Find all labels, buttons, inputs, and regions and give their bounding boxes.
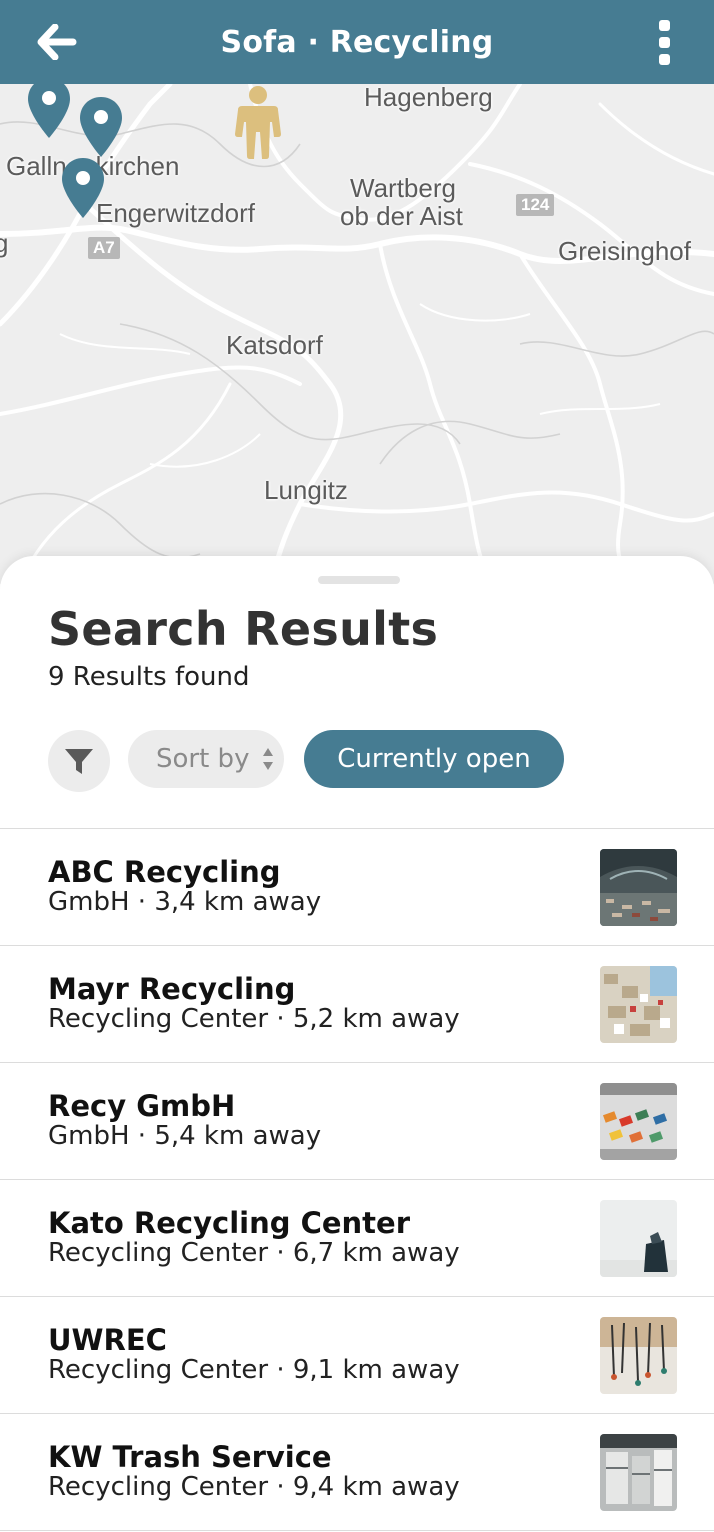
road-shield: 124: [516, 194, 555, 216]
result-row[interactable]: Mayr Recycling Recycling Center · 5,2 km…: [0, 946, 714, 1063]
person-icon: [235, 86, 281, 159]
more-vertical-icon-dot: [658, 53, 670, 65]
app-bar: Sofa · Recycling: [0, 0, 714, 84]
result-name: KW Trash Service: [48, 1440, 332, 1474]
result-name: UWREC: [48, 1323, 167, 1357]
result-thumbnail: [600, 966, 677, 1043]
filter-icon: [65, 749, 93, 774]
result-subtitle: Recycling Center · 9,4 km away: [48, 1472, 460, 1502]
place-label: Wartberg: [350, 173, 456, 203]
result-row[interactable]: KW Trash Service Recycling Center · 9,4 …: [0, 1414, 714, 1531]
sheet-drag-handle[interactable]: [318, 576, 400, 584]
sort-by-label: Sort by: [156, 744, 250, 774]
more-vertical-icon-dot: [658, 36, 670, 48]
results-sheet: Search Results 9 Results found Sort by C…: [0, 556, 714, 1532]
map-view[interactable]: Hagenberg Gallneukirchen Engerwitzdorf W…: [0, 84, 714, 584]
result-row[interactable]: Kato Recycling Center Recycling Center ·…: [0, 1180, 714, 1297]
result-count: 9 Results found: [48, 662, 250, 692]
results-list: ABC Recycling GmbH · 3,4 km away Mayr Re…: [0, 828, 714, 1531]
location-pin-icon[interactable]: [26, 84, 72, 140]
location-pin-icon[interactable]: [78, 95, 124, 159]
place-label: ob der Aist: [340, 201, 463, 231]
result-subtitle: GmbH · 3,4 km away: [48, 887, 322, 917]
result-row[interactable]: ABC Recycling GmbH · 3,4 km away: [0, 829, 714, 946]
result-row[interactable]: UWREC Recycling Center · 9,1 km away: [0, 1297, 714, 1414]
result-subtitle: Recycling Center · 5,2 km away: [48, 1004, 460, 1034]
place-label: Katsdorf: [226, 330, 323, 360]
result-name: Mayr Recycling: [48, 972, 296, 1006]
result-thumbnail: [600, 1317, 677, 1394]
road-shield: A7: [88, 237, 120, 259]
place-label: Hagenberg: [364, 84, 493, 112]
sort-by-button[interactable]: Sort by: [128, 730, 284, 788]
app-title: Sofa · Recycling: [220, 24, 494, 60]
sheet-title: Search Results: [48, 602, 439, 656]
location-pin-icon[interactable]: [60, 156, 106, 220]
result-thumbnail: [600, 1083, 677, 1160]
result-name: ABC Recycling: [48, 855, 281, 889]
place-label: Greisinghof: [558, 236, 691, 266]
result-subtitle: Recycling Center · 6,7 km away: [48, 1238, 460, 1268]
arrow-left-icon: [37, 24, 77, 60]
place-label-fragment: g: [0, 228, 9, 258]
result-thumbnail: [600, 849, 677, 926]
place-label: Engerwitzdorf: [96, 198, 255, 228]
place-label: Lungitz: [264, 475, 348, 505]
more-vertical-icon-dot: [658, 19, 670, 31]
result-thumbnail: [600, 1200, 677, 1277]
more-options-button[interactable]: [644, 14, 684, 70]
back-button[interactable]: [32, 18, 82, 66]
result-subtitle: GmbH · 5,4 km away: [48, 1121, 322, 1151]
currently-open-toggle[interactable]: Currently open: [304, 730, 564, 788]
result-subtitle: Recycling Center · 9,1 km away: [48, 1355, 460, 1385]
filter-button[interactable]: [48, 730, 110, 792]
result-thumbnail: [600, 1434, 677, 1511]
result-row[interactable]: Recy GmbH GmbH · 5,4 km away: [0, 1063, 714, 1180]
result-name: Recy GmbH: [48, 1089, 236, 1123]
sort-arrows-icon: [263, 748, 273, 770]
result-name: Kato Recycling Center: [48, 1206, 411, 1240]
